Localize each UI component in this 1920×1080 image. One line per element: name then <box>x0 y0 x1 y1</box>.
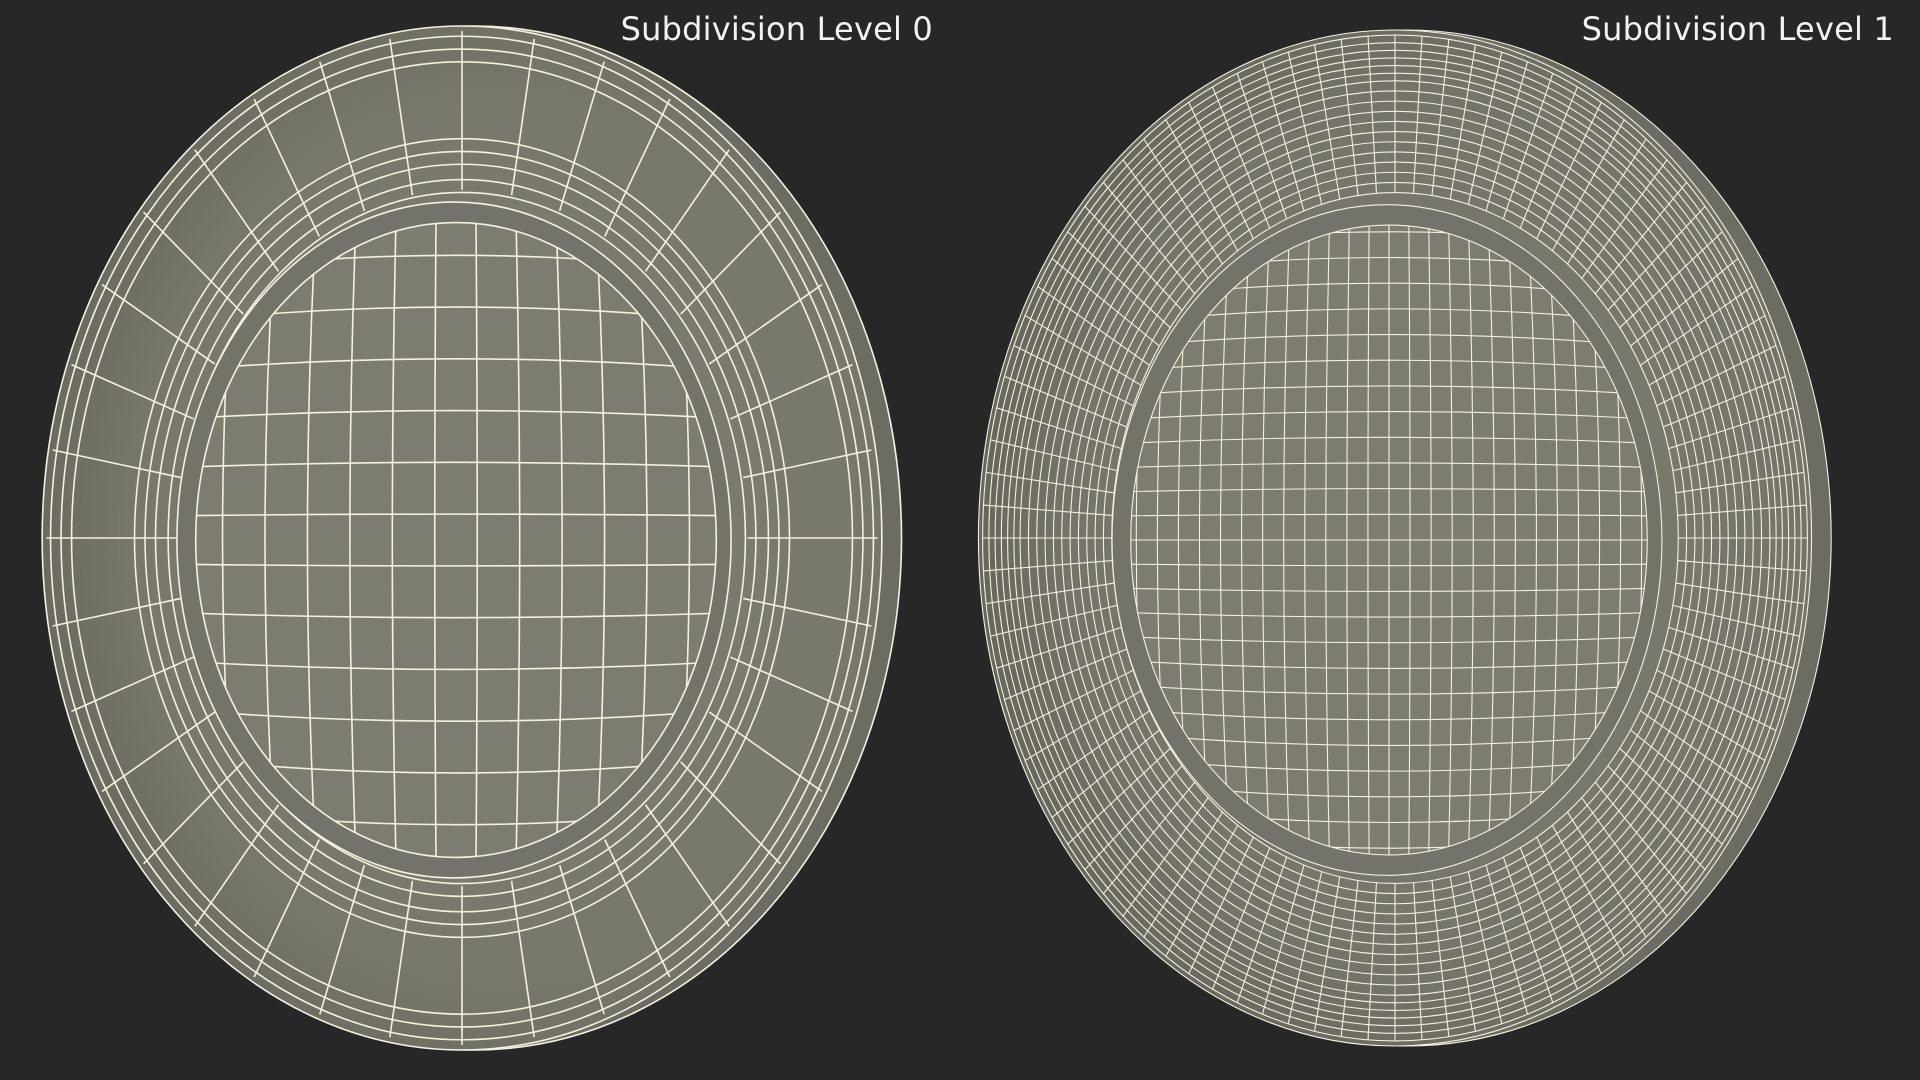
mesh-subdivision-level-1 <box>977 29 1832 1047</box>
mesh-subdivision-level-0 <box>41 25 903 1051</box>
wireframe-renders <box>41 25 1832 1051</box>
viewport: Subdivision Level 0 Subdivision Level 1 <box>0 0 1920 1080</box>
